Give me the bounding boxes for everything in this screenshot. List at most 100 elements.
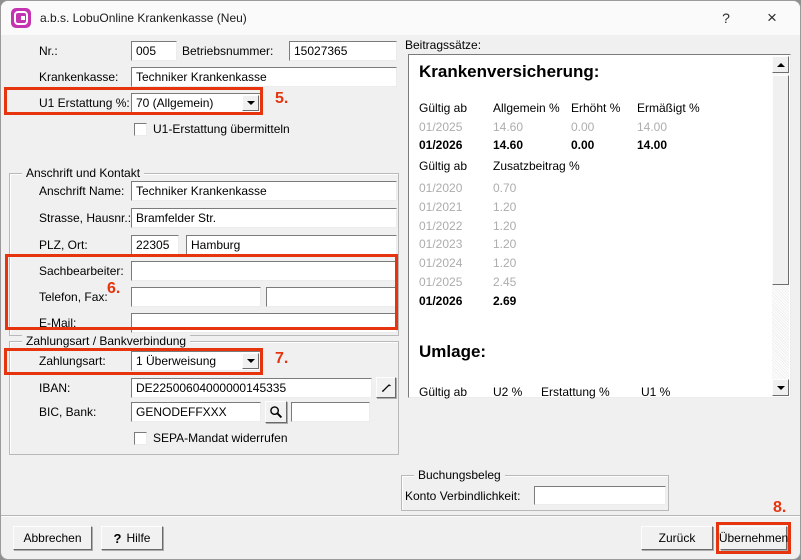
krankenversicherung-title: Krankenversicherung: xyxy=(419,62,599,82)
scroll-down-button[interactable] xyxy=(772,379,789,396)
window-close-button[interactable]: × xyxy=(757,5,787,31)
strasse-label: Strasse, Hausnr.: xyxy=(39,208,131,228)
annotation-number-7: 7. xyxy=(275,350,288,368)
annotation-number-5: 5. xyxy=(275,90,288,108)
help-icon: ? xyxy=(722,10,730,26)
uebernehmen-button[interactable]: Übernehmen xyxy=(720,526,787,550)
titlebar: a.b.s. LobuOnline Krankenkasse (Neu) ? × xyxy=(1,1,800,35)
anschrift-name-input[interactable] xyxy=(131,181,397,201)
chevron-down-icon xyxy=(247,101,255,105)
kv-table-row: 01/2025 14.60 0.00 14.00 xyxy=(419,120,760,134)
hilfe-button[interactable]: ? Hilfe xyxy=(101,526,163,550)
iban-input[interactable] xyxy=(131,378,372,398)
annotation-number-6: 6. xyxy=(107,280,120,298)
panel-scrollbar[interactable] xyxy=(772,56,789,396)
u1-erstattung-value: 70 (Allgemein) xyxy=(132,96,242,110)
zusatz-table-header: Gültig ab Zusatzbeitrag % xyxy=(419,159,760,173)
buchungsbeleg-group-label: Buchungsbeleg xyxy=(414,468,505,482)
zusatz-table-row: 01/20211.20 xyxy=(419,200,760,214)
bic-bank-label: BIC, Bank: xyxy=(39,402,96,422)
scrollbar-thumb[interactable] xyxy=(772,75,789,285)
bank-name-input[interactable] xyxy=(291,402,370,422)
umlage-header-gueltig: Gültig ab xyxy=(419,385,493,399)
umlage-header-u2: U2 % xyxy=(493,385,541,399)
zusatz-table-row: 01/20200.70 xyxy=(419,181,760,195)
strasse-input[interactable] xyxy=(131,208,397,228)
zusatz-header-beitrag: Zusatzbeitrag % xyxy=(493,159,760,173)
u1-uebermitteln-checkbox[interactable] xyxy=(134,123,147,136)
zurueck-button[interactable]: Zurück xyxy=(641,526,713,550)
annotation-number-8: 8. xyxy=(773,499,786,517)
iban-label: IBAN: xyxy=(39,378,70,398)
scroll-down-icon xyxy=(777,386,785,390)
window-help-button[interactable]: ? xyxy=(711,5,741,31)
betriebsnummer-input[interactable] xyxy=(289,41,397,61)
u1-dropdown-button[interactable] xyxy=(242,95,259,111)
kv-header-ermaessigt: Ermäßigt % xyxy=(637,101,760,115)
zahlungsart-label: Zahlungsart: xyxy=(39,351,106,371)
pencil-icon xyxy=(380,382,392,394)
telefon-fax-label: Telefon, Fax: xyxy=(39,287,108,307)
zahlungsart-dropdown-button[interactable] xyxy=(242,353,259,369)
sepa-mandat-checkbox[interactable] xyxy=(134,432,147,445)
anschrift-group-label: Anschrift und Kontakt xyxy=(22,166,144,180)
nr-input[interactable] xyxy=(131,41,177,61)
zahlungsart-value: 1 Überweisung xyxy=(132,354,242,368)
plz-ort-label: PLZ, Ort: xyxy=(39,235,88,255)
beitragssaetze-panel: Krankenversicherung: Gültig ab Allgemein… xyxy=(408,54,791,398)
umlage-header-u1: U1 % xyxy=(641,385,760,399)
betriebsnummer-label: Betriebsnummer: xyxy=(182,41,273,61)
nr-label: Nr.: xyxy=(39,41,58,61)
zusatz-table-row: 01/20241.20 xyxy=(419,256,760,270)
close-icon: × xyxy=(767,8,777,28)
kv-table-row: 01/2026 14.60 0.00 14.00 xyxy=(419,138,760,152)
konto-label: Konto Verbindlichkeit: xyxy=(405,486,520,506)
zusatz-table-row: 01/20231.20 xyxy=(419,237,760,251)
umlage-table-header: Gültig ab U2 % Erstattung % U1 % xyxy=(419,385,760,399)
sachbearbeiter-label: Sachbearbeiter: xyxy=(39,261,124,281)
app-icon-dot xyxy=(21,16,25,20)
zahlungsart-group-label: Zahlungsart / Bankverbindung xyxy=(22,334,190,348)
u1-erstattung-dropdown[interactable]: 70 (Allgemein) xyxy=(131,93,261,113)
question-mark-icon: ? xyxy=(114,531,122,546)
window-title: a.b.s. LobuOnline Krankenkasse (Neu) xyxy=(40,11,247,25)
abbrechen-button[interactable]: Abbrechen xyxy=(13,526,92,550)
app-icon xyxy=(11,8,31,28)
zahlungsart-dropdown[interactable]: 1 Überweisung xyxy=(131,351,261,371)
konto-input[interactable] xyxy=(534,486,666,505)
umlage-title: Umlage: xyxy=(419,342,486,362)
chevron-down-icon xyxy=(247,359,255,363)
beitragssaetze-label: Beitragssätze: xyxy=(405,35,481,55)
zusatz-header-gueltig: Gültig ab xyxy=(419,159,493,173)
umlage-header-erstattung: Erstattung % xyxy=(541,385,641,399)
bank-search-button[interactable] xyxy=(265,401,287,423)
kv-table-header: Gültig ab Allgemein % Erhöht % Ermäßigt … xyxy=(419,101,760,115)
dialog-window: a.b.s. LobuOnline Krankenkasse (Neu) ? ×… xyxy=(0,0,801,560)
ort-input[interactable] xyxy=(186,235,397,255)
zusatz-table-row: 01/20252.45 xyxy=(419,275,760,289)
kv-header-gueltig: Gültig ab xyxy=(419,101,493,115)
sepa-mandat-label: SEPA-Mandat widerrufen xyxy=(153,431,288,446)
kv-header-erhoeht: Erhöht % xyxy=(571,101,637,115)
plz-input[interactable] xyxy=(131,235,179,255)
zusatz-table-row: 01/20221.20 xyxy=(419,219,760,233)
dialog-body: Nr.: Betriebsnummer: Krankenkasse: U1 Er… xyxy=(1,35,800,559)
bic-input[interactable] xyxy=(131,402,261,422)
zusatz-table-row: 01/20262.69 xyxy=(419,294,760,308)
iban-edit-button[interactable] xyxy=(376,377,396,398)
krankenkasse-label: Krankenkasse: xyxy=(39,67,118,87)
anschrift-name-label: Anschrift Name: xyxy=(39,181,124,201)
scroll-up-icon xyxy=(777,63,785,67)
krankenkasse-input[interactable] xyxy=(131,67,397,87)
search-icon xyxy=(269,405,283,419)
u1-erstattung-label: U1 Erstattung %: xyxy=(39,93,130,113)
fax-input[interactable] xyxy=(266,287,397,307)
footer-separator-highlight xyxy=(1,516,801,517)
email-input[interactable] xyxy=(131,313,397,333)
scroll-up-button[interactable] xyxy=(772,56,789,73)
kv-header-allgemein: Allgemein % xyxy=(493,101,571,115)
sachbearbeiter-input[interactable] xyxy=(131,261,397,281)
email-label: E-Mail: xyxy=(39,313,76,333)
telefon-input[interactable] xyxy=(131,287,261,307)
u1-uebermitteln-label: U1-Erstattung übermitteln xyxy=(153,122,290,137)
